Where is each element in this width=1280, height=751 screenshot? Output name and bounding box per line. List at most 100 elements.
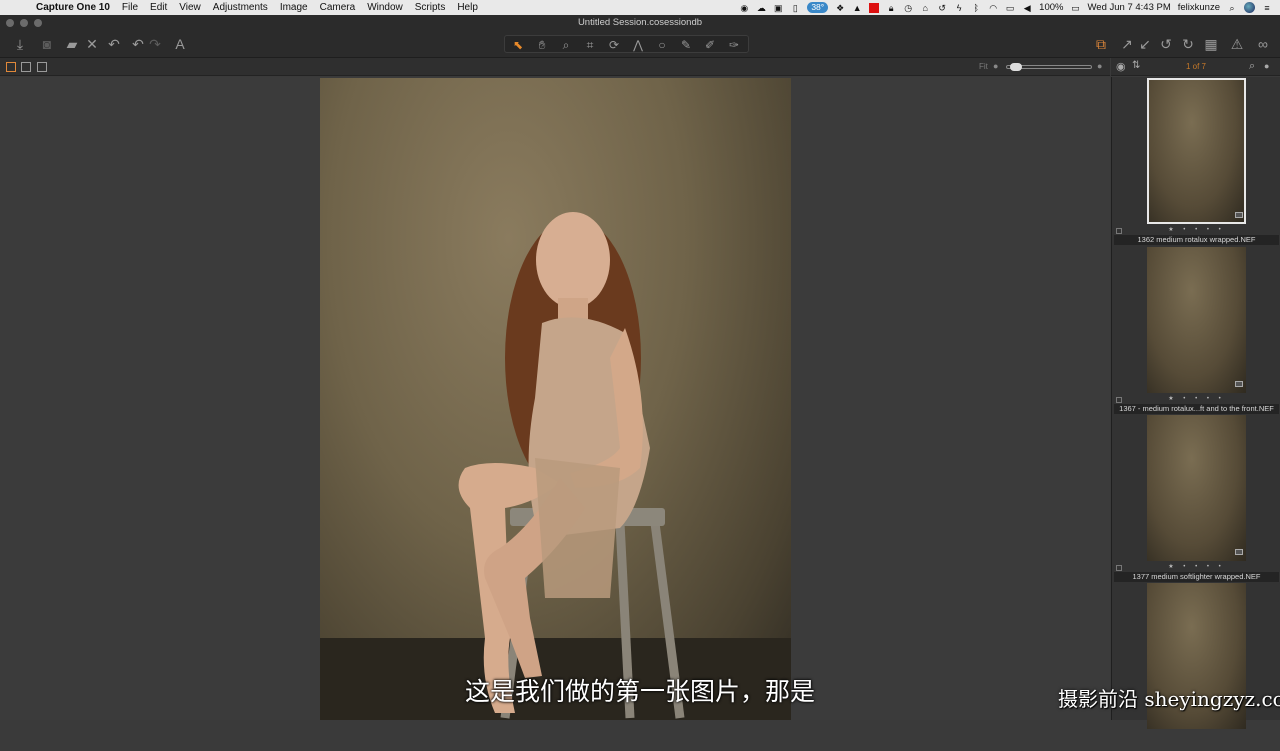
- undo-icon[interactable]: ↶: [105, 35, 123, 53]
- site-watermark: 摄影前沿 sheyingzyz.com: [1058, 687, 1280, 711]
- phone-icon[interactable]: ▯: [790, 3, 800, 13]
- import-icon[interactable]: ⤓: [11, 35, 29, 53]
- temperature-badge[interactable]: 38°: [807, 2, 829, 13]
- loupe-tool-icon[interactable]: ⌕: [555, 36, 577, 54]
- menu-help[interactable]: Help: [451, 2, 484, 13]
- spotlight-icon[interactable]: ⌕: [1227, 3, 1237, 13]
- dropbox-icon[interactable]: ❖: [835, 3, 845, 13]
- search-icon[interactable]: ⌕: [1249, 60, 1255, 73]
- select-tool-icon[interactable]: ⬉: [507, 36, 529, 54]
- cursor-tools: ⬉ ✋︎ ⌕ ⌗ ⟳ ⋀ ○ ✎ ✐ ✑: [504, 35, 749, 53]
- battery-icon[interactable]: ▭: [1070, 3, 1080, 13]
- rotate-cw-icon[interactable]: ↻: [1179, 35, 1197, 53]
- sort-icon[interactable]: ⇅: [1132, 60, 1140, 71]
- picker-tool-icon[interactable]: ✐: [699, 36, 721, 54]
- thumbnail-image[interactable]: [1147, 78, 1246, 224]
- zoom-slider-knob[interactable]: [1010, 63, 1022, 71]
- lock-icon[interactable]: 🔒︎: [886, 3, 896, 13]
- capture-icon[interactable]: ⧉: [1092, 35, 1110, 53]
- wifi-icon[interactable]: ◠: [988, 3, 998, 13]
- close-window-button[interactable]: [6, 19, 14, 27]
- menu-adjustments[interactable]: Adjustments: [207, 2, 274, 13]
- grid-icon[interactable]: ▦: [1202, 35, 1220, 53]
- menu-file[interactable]: File: [116, 2, 144, 13]
- delete-icon[interactable]: ✕: [83, 35, 101, 53]
- creative-cloud-icon[interactable]: ☁: [756, 3, 766, 13]
- user-name[interactable]: felixkunze: [1178, 2, 1220, 13]
- menu-camera[interactable]: Camera: [314, 2, 362, 13]
- apply-icon[interactable]: ↗: [1118, 35, 1136, 53]
- star-rating[interactable]: ★ • • • •: [1112, 563, 1280, 570]
- volume-icon[interactable]: ◀: [1022, 3, 1032, 13]
- viewer-photo[interactable]: [320, 78, 791, 720]
- drive-icon[interactable]: ▲: [852, 3, 862, 13]
- menu-image[interactable]: Image: [274, 2, 314, 13]
- thumbnail-2[interactable]: ★ • • • • 1367 - medium rotalux...ft and…: [1112, 247, 1280, 415]
- siri-icon[interactable]: [1244, 2, 1255, 13]
- battery-label[interactable]: 100%: [1039, 2, 1063, 13]
- thumbnail-image[interactable]: [1147, 247, 1246, 393]
- main-toolbar: ⤓ ◙ ▰ ✕ ↶ ↶ ↷ A ⬉ ✋︎ ⌕ ⌗ ⟳ ⋀ ○ ✎ ✐ ✑ ⧉ ↗…: [0, 31, 1280, 58]
- red-app-icon[interactable]: [869, 2, 880, 13]
- warning-icon[interactable]: ⚠: [1228, 35, 1246, 53]
- grid-view-icon[interactable]: [6, 62, 16, 72]
- menu-scripts[interactable]: Scripts: [409, 2, 452, 13]
- zoom-in-icon[interactable]: ●: [1097, 61, 1102, 71]
- adjusted-badge: [1235, 212, 1243, 218]
- minimize-window-button[interactable]: [20, 19, 28, 27]
- home-icon[interactable]: ⌂: [920, 3, 930, 13]
- power-icon[interactable]: ϟ: [954, 3, 964, 13]
- spot-tool-icon[interactable]: ○: [651, 36, 673, 54]
- proof-icon[interactable]: ∞: [1254, 35, 1272, 53]
- macos-menubar: Capture One 10 File Edit View Adjustment…: [0, 0, 1280, 15]
- thumbnail-1[interactable]: ★ • • • • 1362 medium rotalux wrapped.NE…: [1112, 78, 1280, 246]
- user-filter-icon[interactable]: ●: [1264, 61, 1269, 71]
- zoom-out-icon[interactable]: ●: [993, 61, 998, 71]
- menu-edit[interactable]: Edit: [144, 2, 173, 13]
- image-viewer[interactable]: [0, 77, 1110, 720]
- keystone-tool-icon[interactable]: ⋀: [627, 36, 649, 54]
- crop-tool-icon[interactable]: ⌗: [579, 36, 601, 54]
- single-view-icon[interactable]: [21, 62, 31, 72]
- record-icon[interactable]: ◉: [739, 3, 749, 13]
- thumbnail-filename: 1367 - medium rotalux...ft and to the fr…: [1114, 404, 1279, 414]
- multi-view-icon[interactable]: [37, 62, 47, 72]
- clock-icon[interactable]: ◷: [903, 3, 913, 13]
- menu-app[interactable]: Capture One 10: [30, 2, 116, 13]
- thumbnail-4[interactable]: [1112, 583, 1280, 751]
- fit-label[interactable]: Fit: [979, 62, 988, 71]
- zoom-window-button[interactable]: [34, 19, 42, 27]
- time-machine-icon[interactable]: ↺: [937, 3, 947, 13]
- star-rating[interactable]: ★ • • • •: [1112, 395, 1280, 402]
- monitor-icon[interactable]: ▣: [773, 3, 783, 13]
- pan-tool-icon[interactable]: ✋︎: [531, 36, 553, 54]
- browser-header: ◉ ⇅ 1 of 7 ⌕ ●: [1111, 58, 1280, 76]
- portrait-illustration: [320, 212, 791, 720]
- copy-icon[interactable]: ↙: [1136, 35, 1154, 53]
- thumbnail-filename: 1362 medium rotalux wrapped.NEF: [1114, 235, 1279, 245]
- brush-tool-icon[interactable]: ✎: [675, 36, 697, 54]
- text-icon[interactable]: A: [171, 35, 189, 53]
- window-titlebar: Untitled Session.cosessiondb: [0, 15, 1280, 31]
- move-to-icon[interactable]: ▰: [63, 35, 81, 53]
- rotate-tool-icon[interactable]: ⟳: [603, 36, 625, 54]
- star-rating[interactable]: ★ • • • •: [1112, 226, 1280, 233]
- clock-datetime[interactable]: Wed Jun 7 4:43 PM: [1087, 2, 1170, 13]
- rotate-left-icon[interactable]: ↶: [129, 35, 147, 53]
- eye-icon[interactable]: ◉: [1116, 60, 1126, 73]
- menu-window[interactable]: Window: [361, 2, 409, 13]
- bluetooth-icon[interactable]: ᛒ: [971, 3, 981, 13]
- status-area: ◉ ☁ ▣ ▯ 38° ❖ ▲ 🔒︎ ◷ ⌂ ↺ ϟ ᛒ ◠ ▭ ◀ 100% …: [739, 0, 1280, 15]
- menu-view[interactable]: View: [173, 2, 207, 13]
- notification-icon[interactable]: ≡: [1262, 3, 1272, 13]
- airplay-icon[interactable]: ▭: [1005, 3, 1015, 13]
- thumbnail-image[interactable]: [1147, 415, 1246, 561]
- rotate-right-icon[interactable]: ↷: [146, 35, 164, 53]
- camera-icon[interactable]: ◙: [38, 35, 56, 53]
- annotate-tool-icon[interactable]: ✑: [723, 36, 745, 54]
- viewer-bar: Fit ● ●: [0, 58, 1110, 76]
- thumbnail-3[interactable]: ★ • • • • 1377 medium softlighter wrappe…: [1112, 415, 1280, 583]
- window-controls: [6, 19, 42, 27]
- subtitle-text: 这是我们做的第一张图片，那是: [464, 678, 815, 706]
- rotate-ccw-icon[interactable]: ↺: [1157, 35, 1175, 53]
